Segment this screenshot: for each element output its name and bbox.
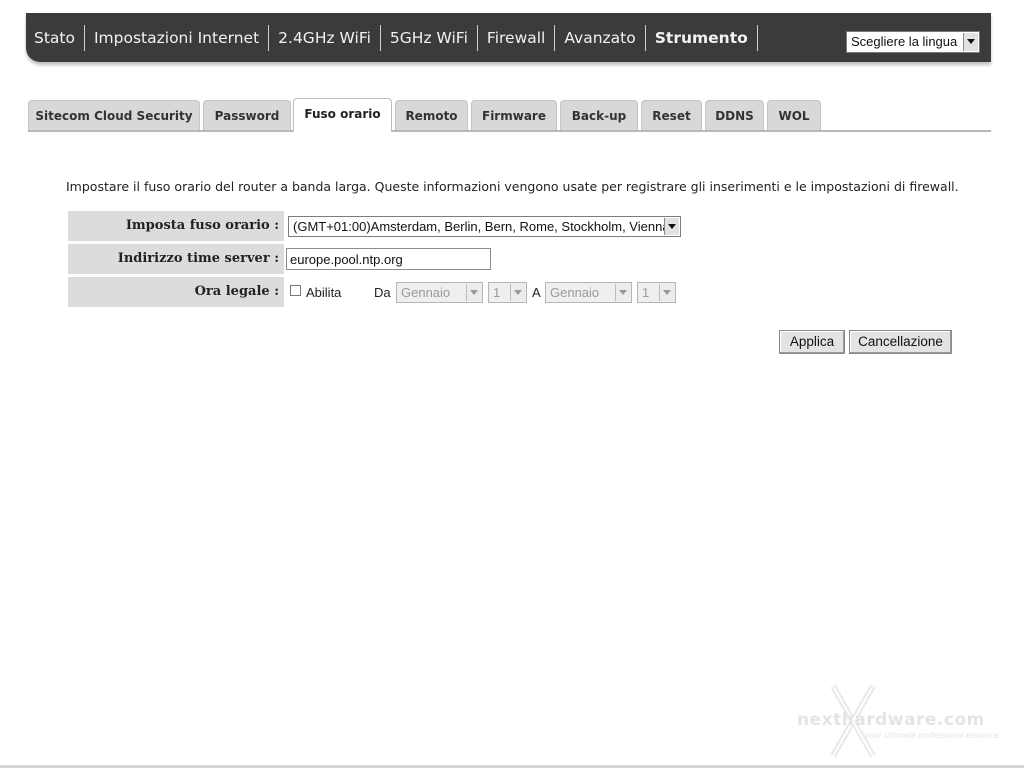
tab-wol[interactable]: WOL — [767, 100, 821, 130]
from-month-value: Gennaio — [401, 285, 451, 300]
to-label: A — [532, 285, 541, 300]
watermark-logo: nexthardware.com your ultimate professio… — [795, 680, 1020, 762]
chevron-down-icon — [664, 218, 679, 235]
watermark-tagline: your ultimate professional resource — [865, 731, 999, 740]
tab-back-up[interactable]: Back-up — [560, 100, 638, 130]
to-month-select[interactable]: Gennaio — [545, 282, 632, 303]
watermark-text: nexthardware.com — [797, 710, 985, 730]
tab-sitecom-cloud-security[interactable]: Sitecom Cloud Security — [28, 100, 200, 130]
nav-item-firewall[interactable]: Firewall — [478, 24, 556, 51]
enable-daylight-checkbox[interactable] — [290, 285, 301, 296]
enable-daylight-label: Abilita — [306, 285, 342, 300]
daylight-saving-field-cell: Abilita Da Gennaio 1 A Gennaio 1 — [286, 277, 693, 307]
nav-item-stato[interactable]: Stato — [26, 24, 85, 51]
from-day-value: 1 — [493, 285, 501, 300]
tab-remoto[interactable]: Remoto — [395, 100, 468, 130]
top-navigation-bar: Stato Impostazioni Internet 2.4GHz WiFi … — [26, 13, 991, 62]
to-month-value: Gennaio — [550, 285, 600, 300]
nav-item-impostazioni-internet[interactable]: Impostazioni Internet — [85, 24, 270, 51]
tab-password[interactable]: Password — [203, 100, 291, 130]
from-month-select[interactable]: Gennaio — [396, 282, 483, 303]
tool-tabs: Sitecom Cloud Security Password Fuso ora… — [28, 98, 991, 132]
time-server-row: Indirizzo time server : — [68, 244, 693, 274]
nav-item-2-4ghz-wifi[interactable]: 2.4GHz WiFi — [269, 24, 381, 51]
daylight-saving-label: Ora legale : — [68, 277, 284, 307]
tab-ddns[interactable]: DDNS — [705, 100, 764, 130]
chevron-down-icon — [963, 33, 978, 51]
to-day-value: 1 — [642, 285, 650, 300]
timezone-row: Imposta fuso orario : (GMT+01:00)Amsterd… — [68, 211, 693, 241]
tab-fuso-orario[interactable]: Fuso orario — [293, 98, 392, 132]
tab-firmware[interactable]: Firmware — [471, 100, 557, 130]
timezone-field-cell: (GMT+01:00)Amsterdam, Berlin, Bern, Rome… — [286, 211, 693, 241]
to-day-select[interactable]: 1 — [637, 282, 676, 303]
nav-item-5ghz-wifi[interactable]: 5GHz WiFi — [381, 24, 478, 51]
main-menu: Stato Impostazioni Internet 2.4GHz WiFi … — [26, 13, 758, 62]
language-select-value: Scegliere la lingua — [851, 34, 958, 49]
nav-item-strumento[interactable]: Strumento — [646, 24, 758, 51]
timezone-label: Imposta fuso orario : — [68, 211, 284, 241]
cancel-button[interactable]: Cancellazione — [849, 330, 952, 354]
tab-reset[interactable]: Reset — [641, 100, 702, 130]
daylight-saving-row: Ora legale : Abilita Da Gennaio 1 A Genn… — [68, 277, 693, 307]
language-select[interactable]: Scegliere la lingua — [846, 31, 980, 53]
chevron-down-icon — [659, 284, 674, 301]
from-day-select[interactable]: 1 — [488, 282, 527, 303]
chevron-down-icon — [615, 284, 630, 301]
timezone-select-value: (GMT+01:00)Amsterdam, Berlin, Bern, Rome… — [293, 219, 670, 234]
time-server-field-cell — [286, 244, 693, 274]
time-server-input[interactable] — [286, 248, 491, 270]
apply-button[interactable]: Applica — [779, 330, 845, 354]
time-server-label: Indirizzo time server : — [68, 244, 284, 274]
chevron-down-icon — [510, 284, 525, 301]
nav-item-avanzato[interactable]: Avanzato — [555, 24, 646, 51]
from-label: Da — [374, 285, 391, 300]
page-description: Impostare il fuso orario del router a ba… — [66, 179, 959, 194]
chevron-down-icon — [466, 284, 481, 301]
timezone-select[interactable]: (GMT+01:00)Amsterdam, Berlin, Bern, Rome… — [288, 216, 681, 237]
